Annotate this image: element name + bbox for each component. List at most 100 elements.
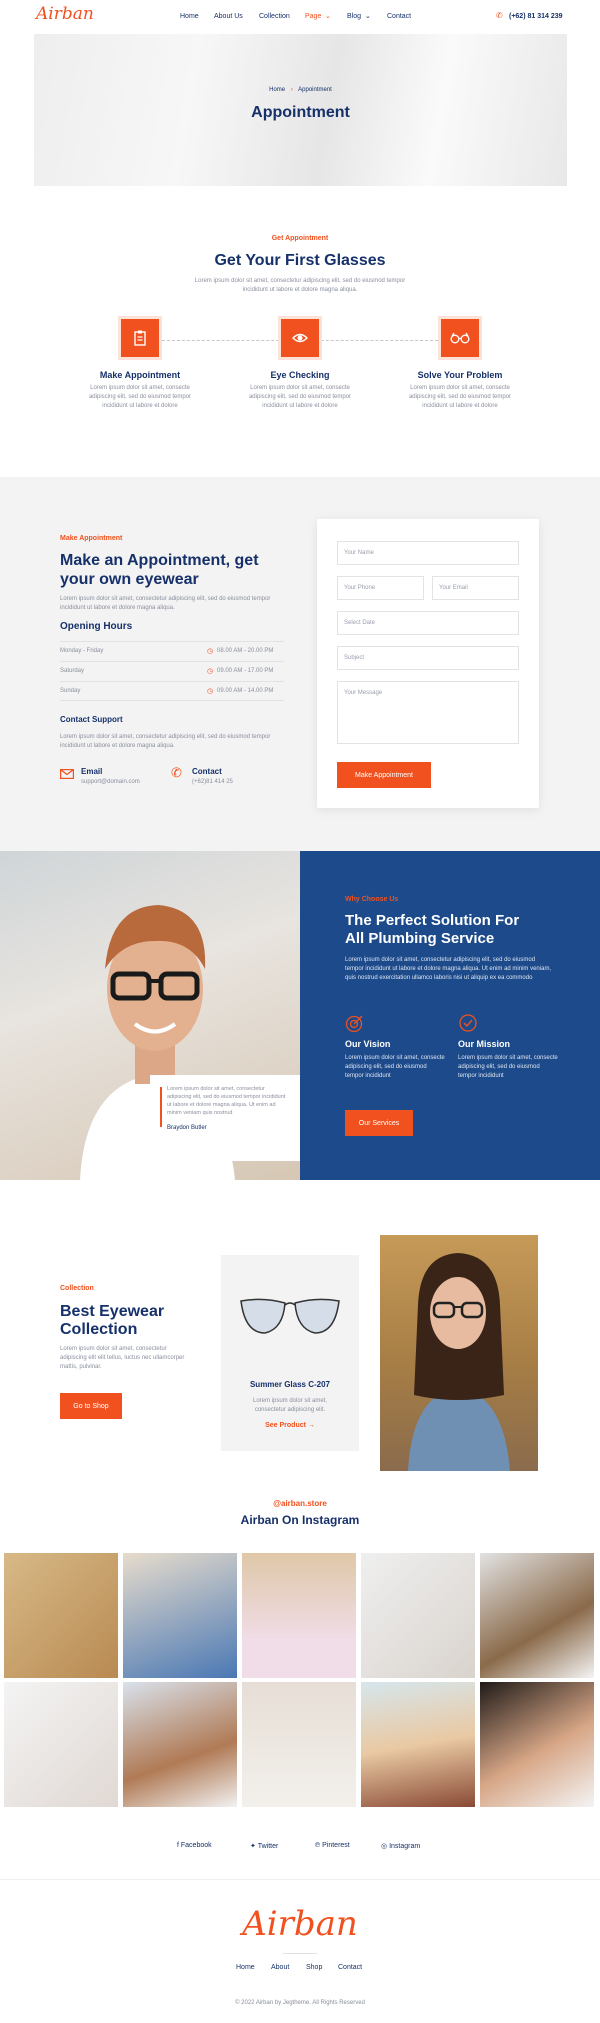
contact-label: Contact <box>192 767 222 776</box>
page-title: Appointment <box>251 104 350 121</box>
site-logo[interactable]: Airban <box>36 4 94 24</box>
instagram-photo[interactable] <box>480 1682 594 1807</box>
product-text: Lorem ipsum dolor sit amet, consectetur … <box>252 1398 328 1413</box>
appointment-title-line: Make an Appointment, get <box>60 552 259 569</box>
email-label: Email <box>81 767 103 776</box>
see-product-link[interactable]: See Product → <box>221 1422 359 1429</box>
steps-eyebrow: Get Appointment <box>271 235 329 242</box>
instagram-photo[interactable] <box>123 1682 237 1807</box>
product-card[interactable]: Summer Glass C-207 Lorem ipsum dolor sit… <box>221 1255 359 1451</box>
support-text: Lorem ipsum dolor sit amet, consectetur … <box>60 734 271 749</box>
breadcrumb-home[interactable]: Home <box>269 87 285 93</box>
instagram-photo[interactable] <box>480 1553 594 1678</box>
man-portrait-photo: Lorem ipsum dolor sit amet, consectetur … <box>0 851 300 1180</box>
footer-link-shop[interactable]: Shop <box>306 1964 322 1971</box>
facebook-link[interactable]: f Facebook <box>177 1842 212 1849</box>
why-title-line: The Perfect Solution For <box>345 912 520 929</box>
appointment-title: Make an Appointment, get your own eyewea… <box>60 551 300 589</box>
footer-logo[interactable]: Airban <box>0 1904 600 1944</box>
contact-value: (+62)81 414 25 <box>192 779 233 785</box>
make-appointment-button[interactable]: Make Appointment <box>337 762 431 788</box>
why-title-line: All Plumbing Service <box>345 930 495 947</box>
email-field[interactable]: Your Email <box>432 576 519 600</box>
step-eye-checking: Eye Checking Lorem ipsum dolor sit amet,… <box>236 316 364 411</box>
instagram-photo[interactable] <box>4 1682 118 1807</box>
nav-contact[interactable]: Contact <box>387 13 411 20</box>
hours-time: 09.00 AM - 14.00 PM <box>217 688 274 694</box>
eye-icon <box>278 316 322 360</box>
phone-icon: ✆ <box>496 11 503 20</box>
sunglasses-image <box>240 1298 340 1334</box>
twitter-icon: ✦ <box>250 1843 258 1850</box>
collection-title: Best Eyewear Collection <box>60 1303 210 1339</box>
email-value: support@domain.com <box>81 779 140 785</box>
name-field[interactable]: Your Name <box>337 541 519 565</box>
header-phone[interactable]: (+62) 81 314 239 <box>509 13 563 20</box>
our-services-button[interactable]: Our Services <box>345 1110 413 1136</box>
woman-glasses-photo <box>380 1235 538 1471</box>
quote-text: Lorem ipsum dolor sit amet, consectetur … <box>167 1086 286 1116</box>
hours-list: Monday - Friday ◷ 08.00 AM - 20.00 PM Sa… <box>60 641 284 701</box>
collection-title-line: Best Eyewear <box>60 1303 165 1320</box>
instagram-icon: ◎ <box>381 1843 390 1850</box>
twitter-link[interactable]: ✦ Twitter <box>250 1842 278 1850</box>
date-field[interactable]: Select Date <box>337 611 519 635</box>
collection-title-line: Collection <box>60 1321 138 1338</box>
pinterest-link[interactable]: ℗ Pinterest <box>315 1842 350 1849</box>
pinterest-label: Pinterest <box>322 1842 350 1849</box>
hours-row: Saturday ◷ 09.00 AM - 17.00 PM <box>60 661 284 681</box>
glasses-icon <box>438 316 482 360</box>
message-field[interactable]: Your Message <box>337 681 519 744</box>
instagram-label: Instagram <box>389 1843 421 1850</box>
collection-eyebrow: Collection <box>60 1285 94 1292</box>
steps-intro: Lorem ipsum dolor sit amet, consectetur … <box>194 278 406 293</box>
why-panel: Why Choose Us The Perfect Solution For A… <box>300 851 600 1180</box>
site-header: Airban Home About Us Collection Page ⌄ B… <box>0 0 600 34</box>
instagram-photo[interactable] <box>361 1682 475 1807</box>
nav-about[interactable]: About Us <box>214 13 243 20</box>
hours-day: Saturday <box>60 668 85 674</box>
instagram-link[interactable]: ◎ Instagram <box>381 1842 420 1850</box>
collection-text: Lorem ipsum dolor sit amet, consectetur … <box>60 1346 185 1370</box>
nav-blog[interactable]: Blog <box>347 13 361 20</box>
nav-home[interactable]: Home <box>180 13 199 20</box>
nav-page[interactable]: Page <box>305 13 321 20</box>
footer-link-about[interactable]: About <box>271 1964 289 1971</box>
step-solve-problem: Solve Your Problem Lorem ipsum dolor sit… <box>396 316 524 411</box>
go-to-shop-button[interactable]: Go to Shop <box>60 1393 122 1419</box>
quote-card: Lorem ipsum dolor sit amet, consectetur … <box>150 1075 300 1161</box>
footer-link-home[interactable]: Home <box>236 1964 255 1971</box>
hours-time: 09.00 AM - 17.00 PM <box>217 668 274 674</box>
hours-title: Opening Hours <box>60 621 133 632</box>
instagram-grid <box>4 1553 596 1807</box>
appointment-eyebrow: Make Appointment <box>60 535 123 542</box>
nav-collection[interactable]: Collection <box>259 13 290 20</box>
instagram-photo[interactable] <box>123 1553 237 1678</box>
appointment-form: Your Name Your Phone Your Email Select D… <box>317 519 539 808</box>
instagram-photo[interactable] <box>361 1553 475 1678</box>
mission-title: Our Mission <box>458 1039 511 1049</box>
subject-field[interactable]: Subject <box>337 646 519 670</box>
product-name: Summer Glass C-207 <box>249 1380 331 1389</box>
vision-title: Our Vision <box>345 1039 391 1049</box>
instagram-photo[interactable] <box>4 1553 118 1678</box>
footer-link-contact[interactable]: Contact <box>338 1964 362 1971</box>
instagram-photo[interactable] <box>242 1682 356 1807</box>
see-product-label: See Product <box>265 1422 306 1429</box>
phone-field[interactable]: Your Phone <box>337 576 424 600</box>
clock-icon: ◷ <box>207 688 214 695</box>
instagram-photo[interactable] <box>242 1553 356 1678</box>
phone-icon: ✆ <box>171 765 182 780</box>
mission-text: Lorem ipsum dolor sit amet, consecte adi… <box>458 1055 558 1079</box>
steps-title: Get Your First Glasses <box>214 252 386 269</box>
instagram-handle[interactable]: @airban.store <box>0 1499 600 1508</box>
chevron-down-icon: ⌄ <box>325 13 331 20</box>
arrow-right-icon: → <box>307 1422 315 1429</box>
chevron-right-icon: › <box>290 87 293 93</box>
quote-accent <box>160 1087 162 1127</box>
hours-row: Sunday ◷ 09.00 AM - 14.00 PM <box>60 681 284 701</box>
page-hero: Home › Appointment Appointment <box>34 34 567 186</box>
hours-time: 08.00 AM - 20.00 PM <box>217 648 274 654</box>
step-title: Solve Your Problem <box>417 370 503 380</box>
copyright: © 2022 Airban by Jegtheme. All Rights Re… <box>235 2000 365 2006</box>
